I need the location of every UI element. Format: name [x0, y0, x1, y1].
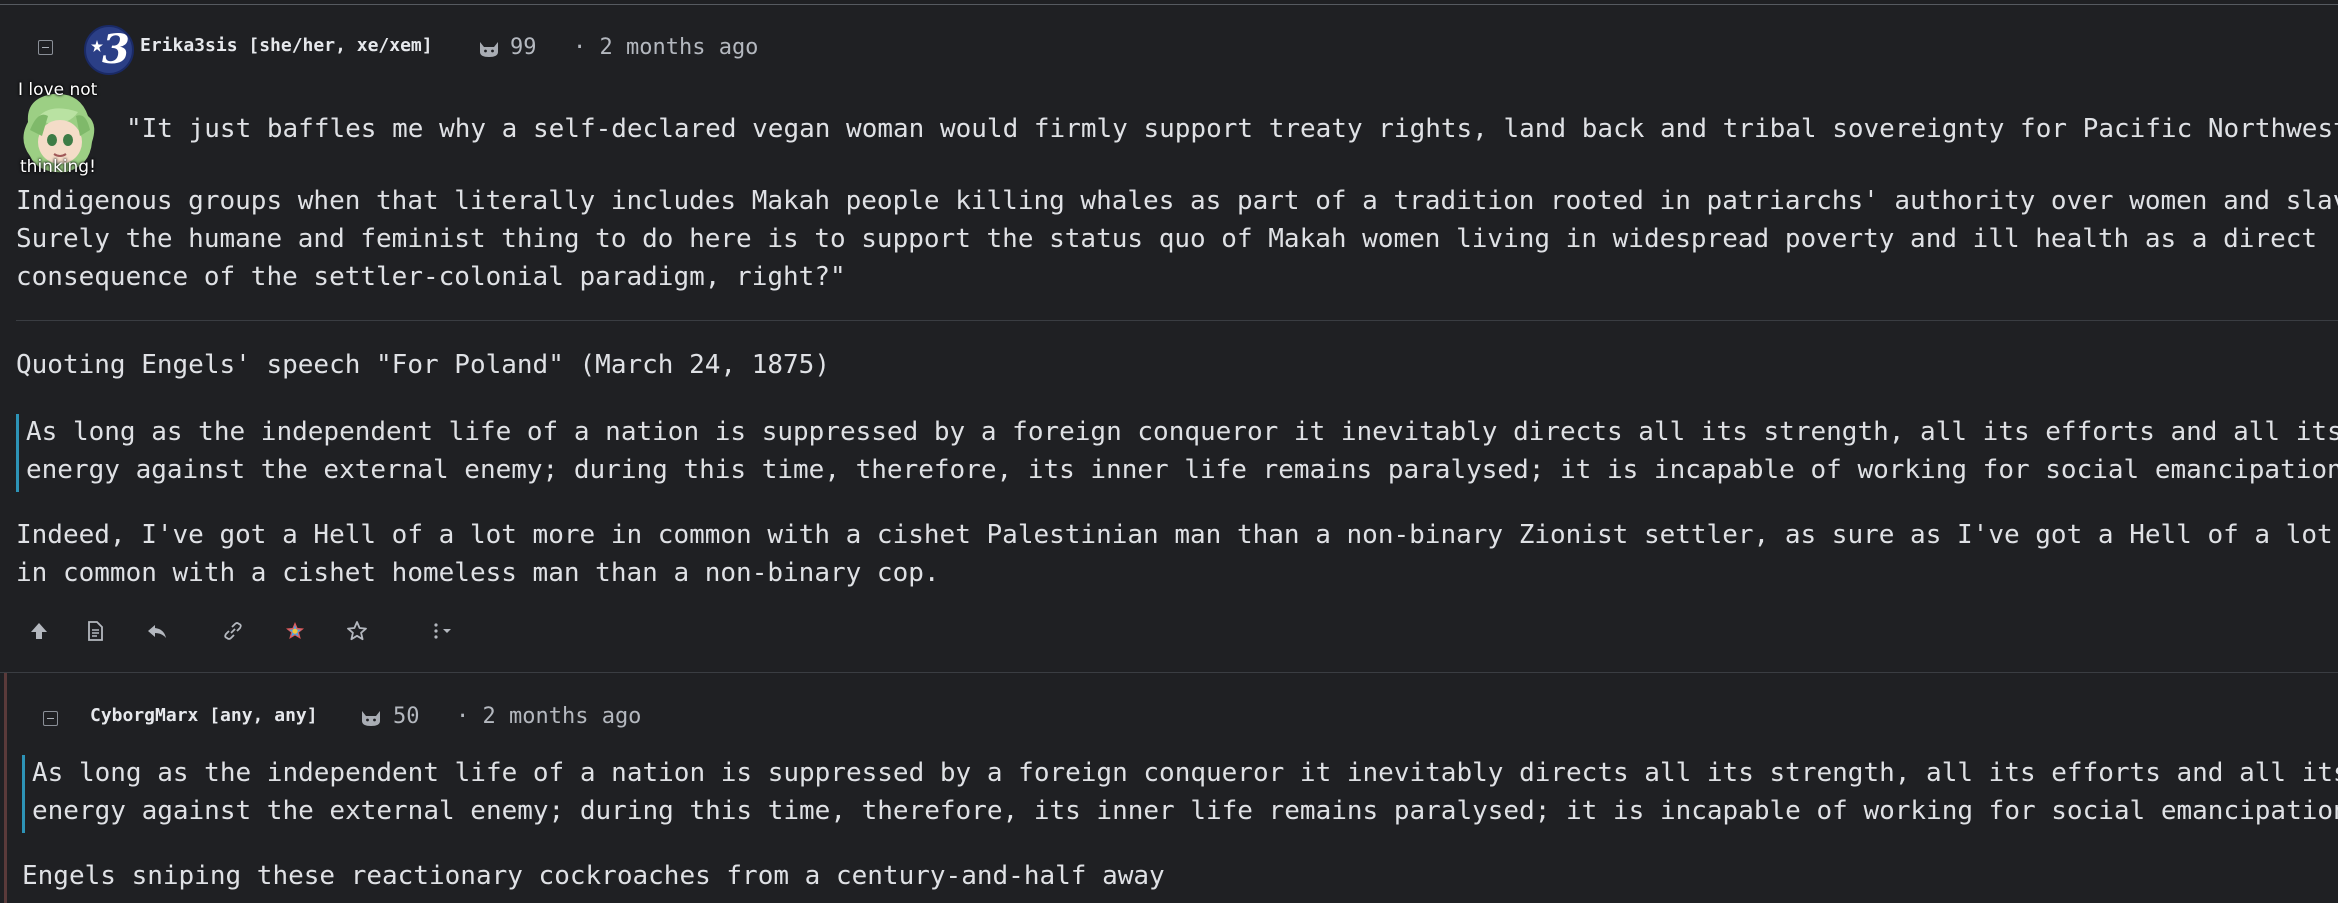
- view-source-button[interactable]: [78, 614, 112, 648]
- link-icon: [224, 622, 242, 640]
- avatar-glyph: 3: [102, 26, 130, 73]
- horizontal-rule: [16, 320, 2338, 321]
- score: 50: [393, 704, 420, 729]
- link-button[interactable]: [216, 614, 250, 648]
- emote-caption-top: I love not: [18, 80, 98, 100]
- quote-intro: Quoting Engels' speech "For Poland" (Mar…: [16, 350, 830, 380]
- award-icon: [286, 622, 304, 639]
- comment-text-line: "It just baffles me why a self-declared …: [126, 114, 2338, 144]
- blockquote-bar: [16, 414, 19, 492]
- blockquote-line: As long as the independent life of a nat…: [32, 758, 2338, 788]
- comment-text-line: Indigenous groups when that literally in…: [16, 186, 2338, 216]
- user-avatar[interactable]: 3: [84, 25, 134, 75]
- more-icon: [434, 623, 451, 639]
- comment-text-line: Surely the humane and feminist thing to …: [16, 224, 2318, 254]
- blockquote-bar: [22, 755, 25, 833]
- blockquote-line: energy against the external enemy; durin…: [26, 455, 2338, 485]
- reply-comment: CyborgMarx [any, any] 50 · 2 months ago …: [0, 672, 2338, 903]
- comment: 3 Erika3sis [she/her, xe/xem] 99 · 2 mon…: [0, 0, 2338, 672]
- comment-text-line: in common with a cishet homeless man tha…: [16, 558, 940, 588]
- blockquote-line: energy against the external enemy; durin…: [32, 796, 2338, 826]
- cat-score-icon: [362, 711, 380, 726]
- source-icon: [88, 621, 103, 641]
- upvote-button[interactable]: [22, 614, 56, 648]
- collapse-toggle[interactable]: [43, 711, 58, 726]
- comment-text-line: Engels sniping these reactionary cockroa…: [22, 861, 1165, 891]
- score: 99: [510, 35, 537, 60]
- reply-button[interactable]: [140, 614, 174, 648]
- more-options-button[interactable]: [422, 614, 470, 648]
- reply-icon: [148, 625, 166, 638]
- comment-text-line: consequence of the settler-colonial para…: [16, 262, 846, 292]
- thread-line: [4, 673, 7, 903]
- blockquote-line: As long as the independent life of a nat…: [26, 417, 2338, 447]
- save-icon: [347, 621, 367, 641]
- username[interactable]: Erika3sis [she/her, xe/xem]: [140, 35, 433, 56]
- award-button[interactable]: [278, 614, 312, 648]
- timestamp[interactable]: · 2 months ago: [573, 35, 758, 60]
- upvote-icon: [31, 623, 47, 639]
- save-button[interactable]: [340, 614, 374, 648]
- timestamp[interactable]: · 2 months ago: [456, 704, 641, 729]
- emote-caption-bottom: thinking!: [20, 157, 96, 177]
- comment-text-line: Indeed, I've got a Hell of a lot more in…: [16, 520, 2338, 550]
- collapse-toggle[interactable]: [38, 40, 53, 55]
- cat-score-icon: [480, 42, 498, 57]
- username[interactable]: CyborgMarx [any, any]: [90, 705, 318, 726]
